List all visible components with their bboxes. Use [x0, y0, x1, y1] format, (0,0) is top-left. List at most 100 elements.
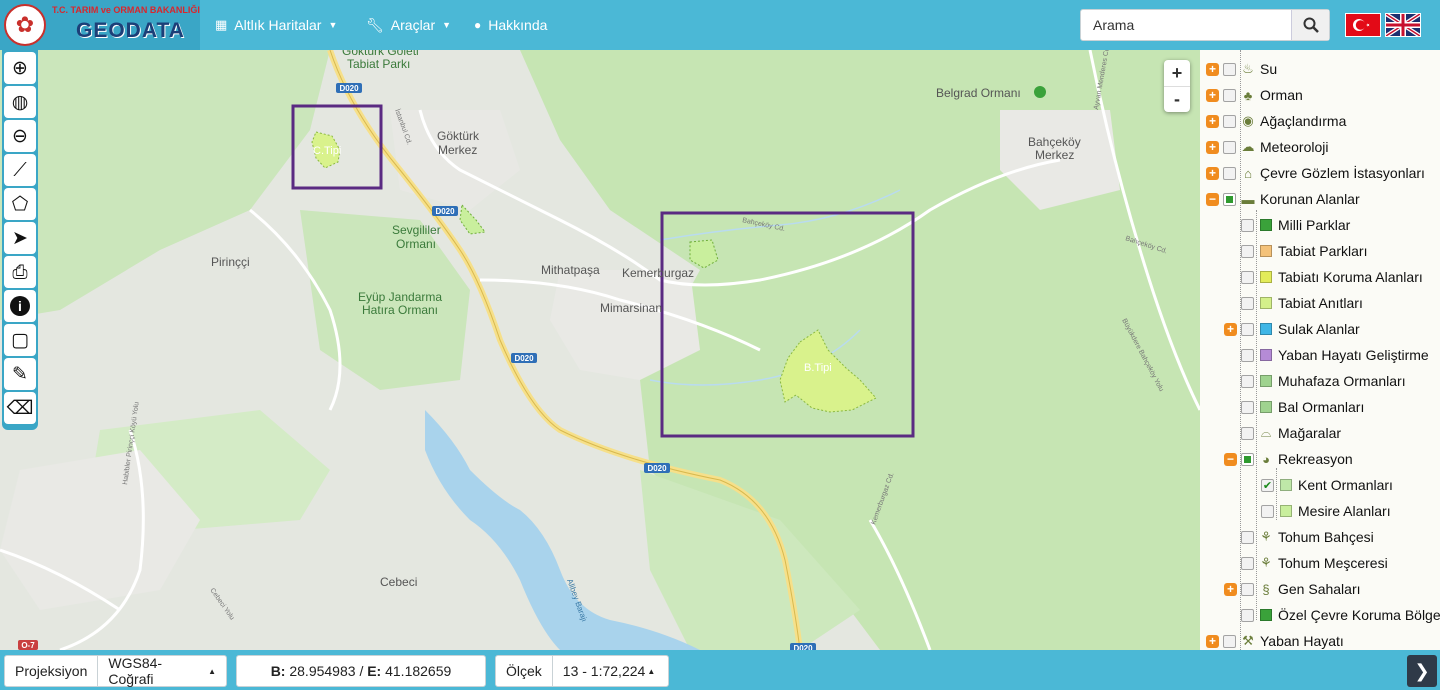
layer-checkbox[interactable] [1241, 556, 1254, 570]
layer-row[interactable]: + ♣ Orman [1206, 82, 1303, 108]
layer-checkbox[interactable] [1241, 608, 1254, 622]
scale-value: 13 - 1:72,224 [562, 663, 646, 679]
layer-checkbox[interactable] [1241, 218, 1254, 232]
layer-row[interactable]: + ⚒ Yaban Hayatı [1206, 628, 1344, 650]
layer-row[interactable]: Mesire Alanları [1244, 498, 1391, 524]
svg-text:Merkez: Merkez [1035, 148, 1074, 162]
layer-row[interactable]: Tabiatı Koruma Alanları [1224, 264, 1423, 290]
layer-checkbox[interactable] [1241, 296, 1254, 310]
measure-area-tool[interactable]: ⬠ [4, 188, 36, 220]
app-logo[interactable]: ✿ T.C. TARIM ve ORMAN BAKANLIĞI GEODATA [0, 0, 200, 50]
layer-checkbox[interactable] [1241, 348, 1254, 362]
scale-dropdown[interactable]: 13 - 1:72,224 ▲ [551, 656, 665, 686]
layer-checkbox[interactable] [1223, 140, 1236, 154]
nav-about[interactable]: ● Hakkında [474, 0, 547, 50]
layer-checkbox[interactable] [1223, 192, 1236, 206]
turkish-flag-icon[interactable] [1345, 13, 1381, 37]
search-button[interactable] [1291, 10, 1329, 40]
draw-tool[interactable]: ✎ [4, 358, 36, 390]
nav-basemaps[interactable]: ▦ Altlık Haritalar ▼ [215, 0, 337, 50]
layer-row[interactable]: Tabiat Parkları [1224, 238, 1367, 264]
layer-checkbox[interactable] [1261, 504, 1274, 518]
map-canvas[interactable]: D020 D020 D020 D020 D020 O-7 Göktürk Göl… [0, 50, 1200, 650]
layer-row[interactable]: ⚘ Tohum Bahçesi [1224, 524, 1374, 550]
scale-selector: Ölçek 13 - 1:72,224 ▲ [495, 655, 669, 687]
layer-checkbox[interactable] [1241, 582, 1254, 596]
layer-checkbox[interactable] [1223, 88, 1236, 102]
layer-row[interactable]: + ⌂ Çevre Gözlem İstasyonları [1206, 160, 1425, 186]
layer-checkbox[interactable] [1241, 452, 1254, 466]
english-flag-icon[interactable] [1385, 13, 1421, 37]
map-basemap[interactable]: D020 D020 D020 D020 D020 O-7 Göktürk Göl… [0, 50, 1200, 650]
layer-checkbox[interactable]: ✔ [1261, 478, 1274, 492]
layer-checkbox[interactable] [1223, 166, 1236, 180]
zoom-in-button[interactable]: + [1164, 60, 1190, 86]
full-extent-tool[interactable]: ◍ [4, 86, 36, 118]
scale-label: Ölçek [506, 663, 542, 679]
panel-toggle-button[interactable]: ❯ [1407, 655, 1437, 687]
layer-row[interactable]: ⌓ Mağaralar [1224, 420, 1341, 446]
layer-checkbox[interactable] [1241, 374, 1254, 388]
expand-icon[interactable]: + [1224, 582, 1237, 596]
station-icon: ⌂ [1244, 165, 1252, 181]
layer-row[interactable]: Milli Parklar [1224, 212, 1350, 238]
layer-row[interactable]: − ▬ Korunan Alanlar [1206, 186, 1360, 212]
expand-icon[interactable]: + [1224, 322, 1237, 336]
layer-checkbox[interactable] [1241, 322, 1254, 336]
layer-row[interactable]: − ◕ Rekreasyon [1224, 446, 1353, 472]
layer-checkbox[interactable] [1223, 62, 1236, 76]
layer-checkbox[interactable] [1223, 114, 1236, 128]
layer-checkbox[interactable] [1241, 530, 1254, 544]
layer-row[interactable]: ⚘ Tohum Meşceresi [1224, 550, 1388, 576]
layer-checkbox[interactable] [1241, 244, 1254, 258]
chevron-right-icon: ❯ [1414, 660, 1430, 681]
layer-row[interactable]: + ♨ Su [1206, 56, 1277, 82]
layer-row[interactable]: Muhafaza Ormanları [1224, 368, 1406, 394]
caret-down-icon: ▼ [328, 20, 338, 30]
measure-distance-tool[interactable]: ⟋ [4, 154, 36, 186]
expand-icon[interactable]: + [1206, 114, 1219, 128]
svg-text:Cebeci: Cebeci [380, 575, 417, 589]
erase-tool[interactable]: ⌫ [4, 392, 36, 424]
layer-label: Muhafaza Ormanları [1278, 373, 1406, 389]
navigate-tool[interactable]: ➤ [4, 222, 36, 254]
layer-row[interactable]: Yaban Hayatı Geliştirme [1224, 342, 1429, 368]
zoom-in-icon: ⊕ [12, 57, 28, 79]
layer-row[interactable]: + ◉ Ağaçlandırma [1206, 108, 1346, 134]
zoom-out-button[interactable]: - [1164, 86, 1190, 112]
nav-tools[interactable]: 🔧︎ Araçlar ▼ [366, 0, 451, 50]
layer-row[interactable]: Tabiat Anıtları [1224, 290, 1363, 316]
layer-row[interactable]: + § Gen Sahaları [1224, 576, 1361, 602]
expand-icon[interactable]: + [1206, 88, 1219, 102]
collapse-icon[interactable]: − [1206, 192, 1219, 206]
print-tool[interactable]: ⎙ [4, 256, 36, 288]
expand-icon[interactable]: + [1206, 62, 1219, 76]
layer-row[interactable]: Bal Ormanları [1224, 394, 1364, 420]
layer-row[interactable]: Özel Çevre Koruma Bölgeleri [1224, 602, 1440, 628]
layer-checkbox[interactable] [1223, 634, 1236, 648]
collapse-icon[interactable]: − [1224, 452, 1237, 466]
expand-icon[interactable]: + [1206, 140, 1219, 154]
info-tool[interactable]: i [4, 290, 36, 322]
layer-row[interactable]: + Sulak Alanlar [1224, 316, 1360, 342]
nav-basemaps-label: Altlık Haritalar [234, 17, 322, 33]
zoom-out-tool[interactable]: ⊖ [4, 120, 36, 152]
caret-up-icon: ▲ [208, 666, 216, 676]
layer-row[interactable]: ✔ Kent Ormanları [1244, 472, 1393, 498]
projection-dropdown[interactable]: WGS84-Coğrafi ▲ [97, 655, 226, 687]
paper-plane-icon: ➤ [12, 227, 28, 249]
layer-label: Su [1260, 61, 1278, 77]
expand-icon[interactable]: + [1206, 634, 1219, 648]
expand-icon[interactable]: + [1206, 166, 1219, 180]
weather-icon: ☁ [1241, 139, 1255, 154]
search-input[interactable] [1081, 10, 1291, 40]
zoom-in-tool[interactable]: ⊕ [4, 52, 36, 84]
layer-checkbox[interactable] [1241, 426, 1254, 440]
layer-checkbox[interactable] [1241, 400, 1254, 414]
layer-checkbox[interactable] [1241, 270, 1254, 284]
select-tool[interactable]: ▢ [4, 324, 36, 356]
honey-forest-icon [1258, 399, 1274, 415]
layer-row[interactable]: + ☁ Meteoroloji [1206, 134, 1328, 160]
ministry-emblem-icon: ✿ [4, 4, 46, 46]
layer-label: Rekreasyon [1278, 451, 1353, 467]
